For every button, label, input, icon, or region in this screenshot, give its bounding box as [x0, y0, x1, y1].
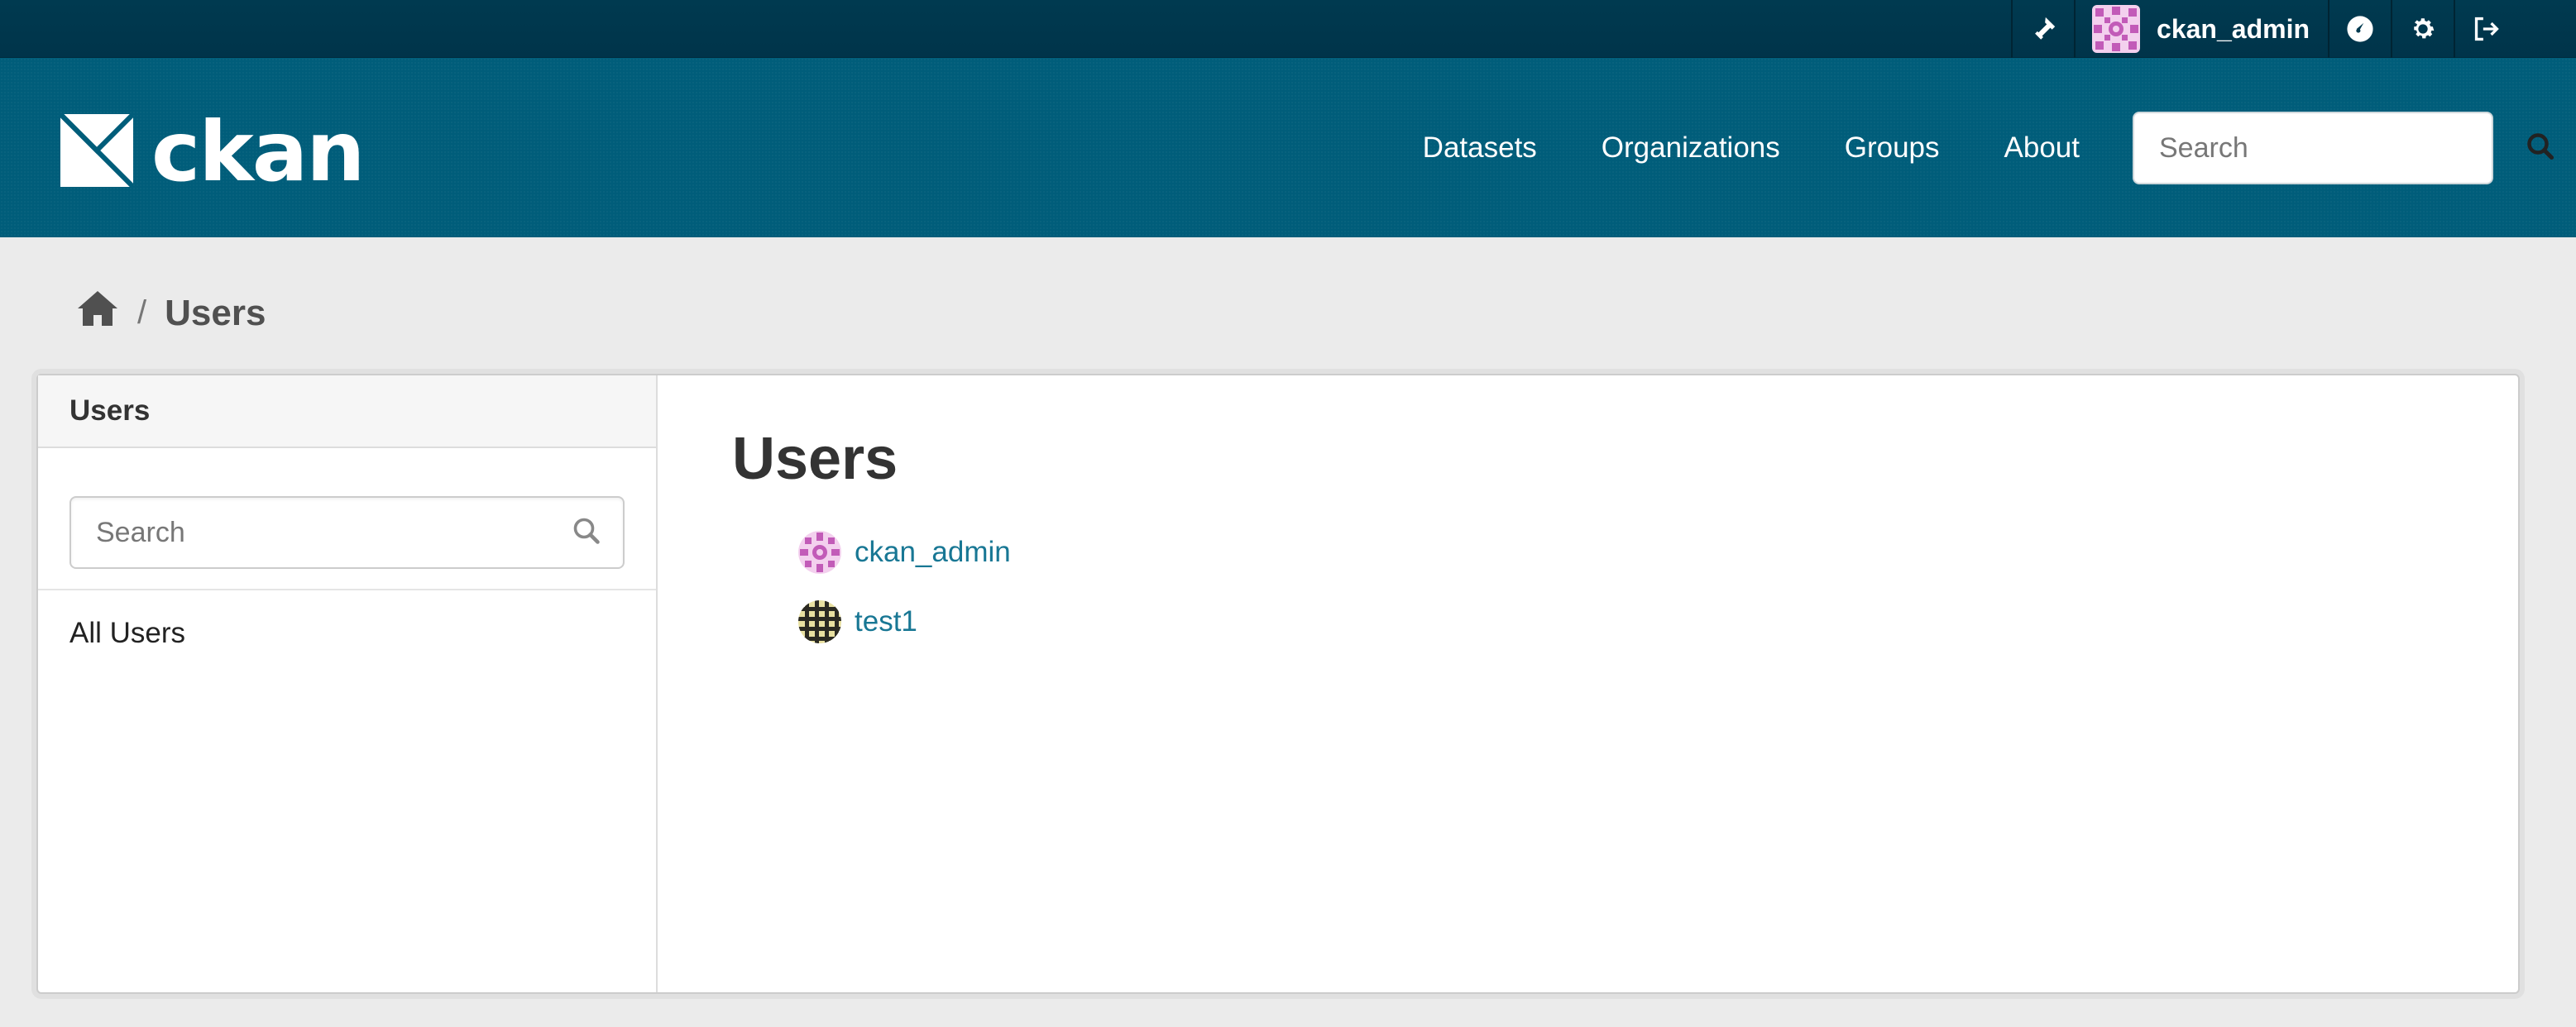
home-link[interactable]	[76, 289, 119, 337]
account-nav: ckan_admin	[2011, 0, 2518, 58]
account-masthead: ckan_admin	[0, 0, 2576, 58]
logout-icon	[2472, 15, 2502, 43]
breadcrumb-current[interactable]: Users	[165, 293, 266, 334]
sidebar-title: Users	[38, 375, 656, 448]
settings-link[interactable]	[2392, 0, 2455, 58]
user-list: ckan_admin test1	[732, 518, 2518, 657]
user-search-input[interactable]	[96, 516, 572, 549]
dashboard-icon	[2346, 15, 2374, 43]
main-content: Users ckan_admin test1	[658, 375, 2518, 992]
list-item: test1	[798, 587, 2518, 657]
search-icon[interactable]	[2526, 131, 2555, 165]
main-nav: Datasets Organizations Groups About	[1423, 58, 2080, 237]
logout-link[interactable]	[2455, 0, 2518, 58]
username-label: ckan_admin	[2157, 13, 2310, 44]
sidebar: Users All Users	[38, 375, 658, 992]
sidebar-search-section	[38, 448, 656, 590]
masthead: ckan Datasets Organizations Groups About	[0, 58, 2576, 237]
gavel-icon	[2029, 15, 2057, 43]
nav-groups[interactable]: Groups	[1845, 131, 1940, 165]
dashboard-link[interactable]	[2329, 0, 2392, 58]
nav-about[interactable]: About	[2004, 131, 2080, 165]
nav-datasets[interactable]: Datasets	[1423, 131, 1537, 165]
user-avatar	[798, 600, 841, 643]
user-avatar	[798, 531, 841, 574]
sysadmin-link[interactable]	[2013, 0, 2076, 58]
ckan-logo[interactable]: ckan	[58, 103, 365, 200]
all-users-link[interactable]: All Users	[38, 590, 656, 676]
logo-text: ckan	[151, 103, 365, 200]
header-search	[2133, 112, 2554, 184]
header-search-input[interactable]	[2159, 131, 2526, 165]
breadcrumb: / Users	[76, 289, 266, 337]
gear-icon	[2409, 15, 2437, 43]
breadcrumb-separator: /	[137, 294, 147, 331]
content-wrapper: Users All Users Users	[36, 374, 2520, 994]
user-link-test1[interactable]: test1	[855, 605, 917, 638]
user-avatar	[2092, 5, 2141, 53]
list-item: ckan_admin	[798, 518, 2518, 587]
nav-organizations[interactable]: Organizations	[1602, 131, 1780, 165]
logo-icon	[58, 112, 136, 191]
page-title: Users	[732, 426, 898, 492]
home-icon	[76, 291, 119, 336]
sidebar-search	[69, 496, 625, 569]
search-icon[interactable]	[572, 516, 601, 550]
user-link-ckan-admin[interactable]: ckan_admin	[855, 536, 1011, 569]
user-profile-link[interactable]: ckan_admin	[2076, 0, 2329, 58]
